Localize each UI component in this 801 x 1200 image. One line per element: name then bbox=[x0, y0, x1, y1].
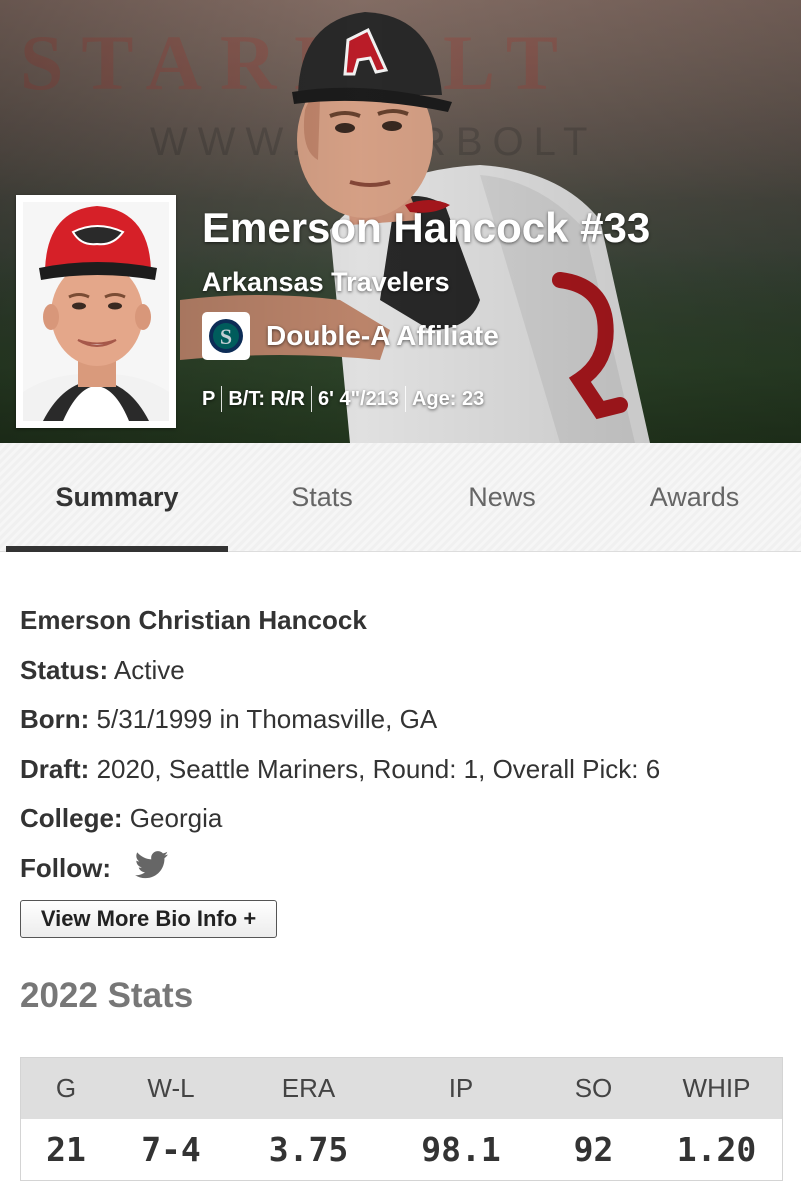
twitter-icon[interactable] bbox=[134, 848, 169, 892]
born-row: Born: 5/31/1999 in Thomasville, GA bbox=[20, 697, 780, 747]
born-label: Born: bbox=[20, 704, 90, 734]
follow-label: Follow: bbox=[20, 852, 111, 883]
draft-row: Draft: 2020, Seattle Mariners, Round: 1,… bbox=[20, 747, 780, 797]
draft-value: 2020, Seattle Mariners, Round: 1, Overal… bbox=[89, 753, 661, 784]
full-name: Emerson Christian Hancock bbox=[20, 605, 367, 635]
stats-header-cell: G bbox=[55, 1073, 77, 1103]
player-headshot bbox=[16, 195, 176, 428]
stats-value-cell: 21 bbox=[46, 1130, 86, 1169]
follow-row: Follow: bbox=[20, 846, 780, 896]
stats-value-cell: 3.75 bbox=[268, 1130, 349, 1169]
view-more-bio-button[interactable]: View More Bio Info + bbox=[20, 900, 277, 938]
player-hero-banner: STARBOLT WWW.STARBOLT bbox=[0, 0, 801, 443]
bats-throws: B/T: R/R bbox=[228, 387, 306, 410]
tab-stats[interactable]: Stats bbox=[228, 443, 416, 552]
stats-value-cell: 1.20 bbox=[676, 1130, 757, 1169]
player-meta-row: P B/T: R/R 6' 4"/213 Age: 23 bbox=[202, 386, 484, 412]
age: Age: 23 bbox=[411, 387, 485, 410]
born-value: 5/31/1999 in Thomasville, GA bbox=[89, 704, 438, 734]
seattle-mariners-logo-icon[interactable]: S bbox=[202, 312, 250, 360]
svg-text:S: S bbox=[220, 324, 232, 349]
player-tabs: Summary Stats News Awards bbox=[0, 443, 801, 552]
tab-awards[interactable]: Awards bbox=[588, 443, 801, 552]
stats-value-row: 21 7-4 3.75 98.1 92 1.20 bbox=[21, 1119, 782, 1180]
stats-header-cell: IP bbox=[448, 1073, 474, 1103]
position: P bbox=[202, 387, 216, 410]
draft-label: Draft: bbox=[20, 753, 90, 784]
team-name-link[interactable]: Arkansas Travelers bbox=[202, 267, 450, 298]
college-row: College: Georgia bbox=[20, 796, 780, 846]
status-row: Status: Active bbox=[20, 648, 780, 698]
stats-header-cell: SO bbox=[574, 1073, 613, 1103]
stats-value-cell: 7-4 bbox=[141, 1130, 201, 1169]
headshot-photo bbox=[23, 202, 169, 421]
stats-value-cell: 98.1 bbox=[421, 1130, 501, 1169]
divider bbox=[311, 386, 313, 412]
stats-header-row: G W-L ERA IP SO WHIP bbox=[21, 1058, 782, 1119]
divider bbox=[221, 386, 223, 412]
college-value: Georgia bbox=[122, 803, 223, 833]
active-tab-underline bbox=[6, 546, 228, 552]
height-weight: 6' 4"/213 bbox=[318, 387, 399, 410]
stats-header-cell: W-L bbox=[147, 1073, 195, 1103]
affiliate-label: Double-A Affiliate bbox=[266, 320, 499, 351]
tab-news[interactable]: News bbox=[416, 443, 588, 552]
divider bbox=[404, 386, 406, 412]
bio-section: Emerson Christian Hancock Status: Active… bbox=[20, 598, 780, 895]
affiliate-row[interactable]: S Double-A Affiliate bbox=[202, 311, 499, 361]
college-label: College: bbox=[20, 803, 123, 833]
stats-header-cell: ERA bbox=[281, 1073, 336, 1103]
status-label: Status: bbox=[20, 654, 109, 685]
status-value: Active bbox=[108, 654, 185, 685]
tab-summary[interactable]: Summary bbox=[6, 443, 228, 552]
stats-header-cell: WHIP bbox=[682, 1073, 751, 1103]
stats-table: G W-L ERA IP SO WHIP 21 7-4 3.75 98.1 92… bbox=[20, 1057, 783, 1181]
player-name-number: Emerson Hancock #33 bbox=[202, 204, 651, 251]
stats-title: 2022 Stats bbox=[20, 976, 194, 1015]
stats-value-cell: 92 bbox=[573, 1130, 614, 1169]
